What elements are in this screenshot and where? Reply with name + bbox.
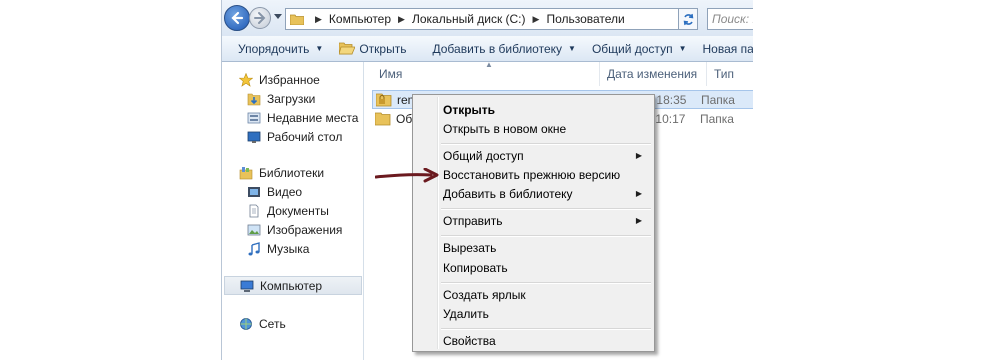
nav-recent-places[interactable]: Недавние места bbox=[246, 108, 358, 127]
menu-separator bbox=[441, 282, 651, 284]
menu-item-delete[interactable]: Удалить bbox=[443, 304, 650, 324]
chevron-down-icon: ▼ bbox=[568, 44, 576, 53]
nav-recent-places-label: Недавние места bbox=[267, 110, 359, 125]
file-type: Папка bbox=[701, 92, 735, 107]
menu-item-open[interactable]: Открыть bbox=[443, 100, 650, 120]
add-to-library-label: Добавить в библиотеку bbox=[432, 41, 563, 56]
organize-button[interactable]: Упорядочить ▼ bbox=[222, 36, 331, 61]
annotation-arrow-icon bbox=[375, 168, 439, 183]
menu-item-add-to-library-label: Добавить в библиотеку bbox=[443, 187, 573, 201]
menu-item-create-shortcut[interactable]: Создать ярлык bbox=[443, 285, 650, 305]
menu-item-send-to-label: Отправить bbox=[443, 214, 503, 228]
nav-libraries[interactable]: Библиотеки bbox=[238, 163, 324, 182]
new-folder-label: Новая папка bbox=[702, 41, 753, 56]
menu-item-open-new-window[interactable]: Открыть в новом окне bbox=[443, 119, 650, 139]
nav-documents-label: Документы bbox=[267, 203, 329, 218]
share-label: Общий доступ bbox=[591, 41, 673, 56]
nav-documents[interactable]: Документы bbox=[246, 201, 329, 220]
navigation-pane: Избранное Загрузки Недавние места Рабочи… bbox=[222, 62, 364, 360]
submenu-arrow-icon: ▶ bbox=[635, 216, 642, 225]
breadcrumb-local-disk[interactable]: Локальный диск (C:) bbox=[412, 12, 526, 26]
menu-item-copy[interactable]: Копировать bbox=[443, 258, 650, 278]
menu-separator bbox=[441, 143, 651, 145]
breadcrumb: ▶ Компьютер ▶ Локальный диск (C:) ▶ Поль… bbox=[308, 12, 625, 26]
menu-item-cut[interactable]: Вырезать bbox=[443, 238, 650, 258]
documents-icon bbox=[246, 203, 262, 219]
nav-favorites-label: Избранное bbox=[259, 72, 320, 87]
forward-button[interactable] bbox=[249, 7, 271, 29]
back-button[interactable] bbox=[224, 5, 250, 31]
locked-folder-icon bbox=[376, 93, 392, 106]
share-button[interactable]: Общий доступ ▼ bbox=[584, 36, 695, 61]
folder-icon bbox=[375, 112, 391, 125]
column-header-date[interactable]: Дата изменения bbox=[600, 62, 707, 86]
chevron-down-icon: ▼ bbox=[315, 44, 324, 53]
open-button[interactable]: Открыть bbox=[331, 36, 414, 61]
breadcrumb-users[interactable]: Пользователи bbox=[546, 12, 624, 26]
nav-computer[interactable]: Компьютер bbox=[224, 276, 362, 295]
nav-downloads[interactable]: Загрузки bbox=[246, 89, 315, 108]
address-box[interactable]: ▶ Компьютер ▶ Локальный диск (C:) ▶ Поль… bbox=[285, 8, 696, 30]
libraries-icon bbox=[238, 165, 254, 181]
menu-item-add-to-library[interactable]: Добавить в библиотеку ▶ bbox=[443, 184, 650, 204]
recent-pages-dropdown-icon[interactable] bbox=[274, 14, 282, 20]
chevron-down-icon: ▼ bbox=[678, 44, 687, 53]
nav-network[interactable]: Сеть bbox=[238, 314, 286, 333]
computer-icon bbox=[239, 278, 255, 294]
nav-pictures[interactable]: Изображения bbox=[246, 220, 342, 239]
recent-places-icon bbox=[246, 110, 262, 126]
downloads-icon bbox=[246, 91, 262, 107]
file-type: Папка bbox=[700, 111, 734, 126]
menu-separator bbox=[441, 235, 651, 237]
nav-computer-label: Компьютер bbox=[260, 278, 323, 293]
submenu-arrow-icon: ▶ bbox=[635, 151, 642, 160]
open-label: Открыть bbox=[359, 41, 407, 56]
nav-desktop[interactable]: Рабочий стол bbox=[246, 127, 342, 146]
nav-music-label: Музыка bbox=[267, 241, 310, 256]
open-folder-icon bbox=[339, 42, 356, 55]
pictures-icon bbox=[246, 222, 262, 238]
breadcrumb-computer[interactable]: Компьютер bbox=[329, 12, 391, 26]
nav-desktop-label: Рабочий стол bbox=[267, 129, 343, 144]
context-menu: Открыть Открыть в новом окне Общий досту… bbox=[412, 94, 655, 352]
breadcrumb-separator-icon[interactable]: ▶ bbox=[533, 14, 540, 25]
menu-item-restore-previous-versions[interactable]: Восстановить прежнюю версию bbox=[443, 165, 650, 185]
breadcrumb-separator-icon[interactable]: ▶ bbox=[315, 14, 322, 25]
menu-separator bbox=[441, 208, 651, 210]
search-input[interactable]: Поиск: П bbox=[707, 8, 753, 30]
nav-pictures-label: Изображения bbox=[267, 222, 343, 237]
nav-libraries-label: Библиотеки bbox=[259, 165, 325, 180]
nav-favorites[interactable]: Избранное bbox=[238, 70, 320, 89]
menu-separator bbox=[441, 328, 651, 330]
menu-item-properties[interactable]: Свойства bbox=[443, 331, 650, 351]
music-icon bbox=[246, 241, 262, 257]
folder-icon bbox=[290, 14, 304, 25]
arrow-left-icon bbox=[231, 11, 244, 25]
breadcrumb-separator-icon[interactable]: ▶ bbox=[398, 14, 405, 25]
organize-label: Упорядочить bbox=[238, 41, 310, 56]
star-icon bbox=[238, 72, 254, 88]
nav-downloads-label: Загрузки bbox=[267, 91, 316, 106]
video-icon bbox=[246, 184, 262, 200]
address-row: ▶ Компьютер ▶ Локальный диск (C:) ▶ Поль… bbox=[222, 0, 753, 36]
network-icon bbox=[238, 316, 254, 332]
add-to-library-button[interactable]: Добавить в библиотеку ▼ bbox=[414, 36, 583, 61]
new-folder-button[interactable]: Новая папка bbox=[694, 36, 753, 61]
menu-item-share[interactable]: Общий доступ ▶ bbox=[443, 146, 650, 166]
nav-network-label: Сеть bbox=[259, 316, 286, 331]
nav-music[interactable]: Музыка bbox=[246, 239, 309, 258]
refresh-button[interactable] bbox=[678, 8, 698, 30]
column-header-name[interactable]: Имя bbox=[372, 62, 600, 86]
menu-item-share-label: Общий доступ bbox=[443, 149, 524, 163]
nav-video-label: Видео bbox=[267, 184, 303, 199]
column-header-type[interactable]: Тип bbox=[707, 62, 753, 86]
nav-video[interactable]: Видео bbox=[246, 182, 302, 201]
arrow-right-icon bbox=[254, 12, 266, 24]
refresh-icon bbox=[683, 13, 693, 25]
desktop-icon bbox=[246, 129, 262, 145]
command-bar: Упорядочить ▼ Открыть Добавить в библиот… bbox=[222, 36, 753, 62]
menu-item-send-to[interactable]: Отправить ▶ bbox=[443, 211, 650, 231]
submenu-arrow-icon: ▶ bbox=[635, 189, 642, 198]
